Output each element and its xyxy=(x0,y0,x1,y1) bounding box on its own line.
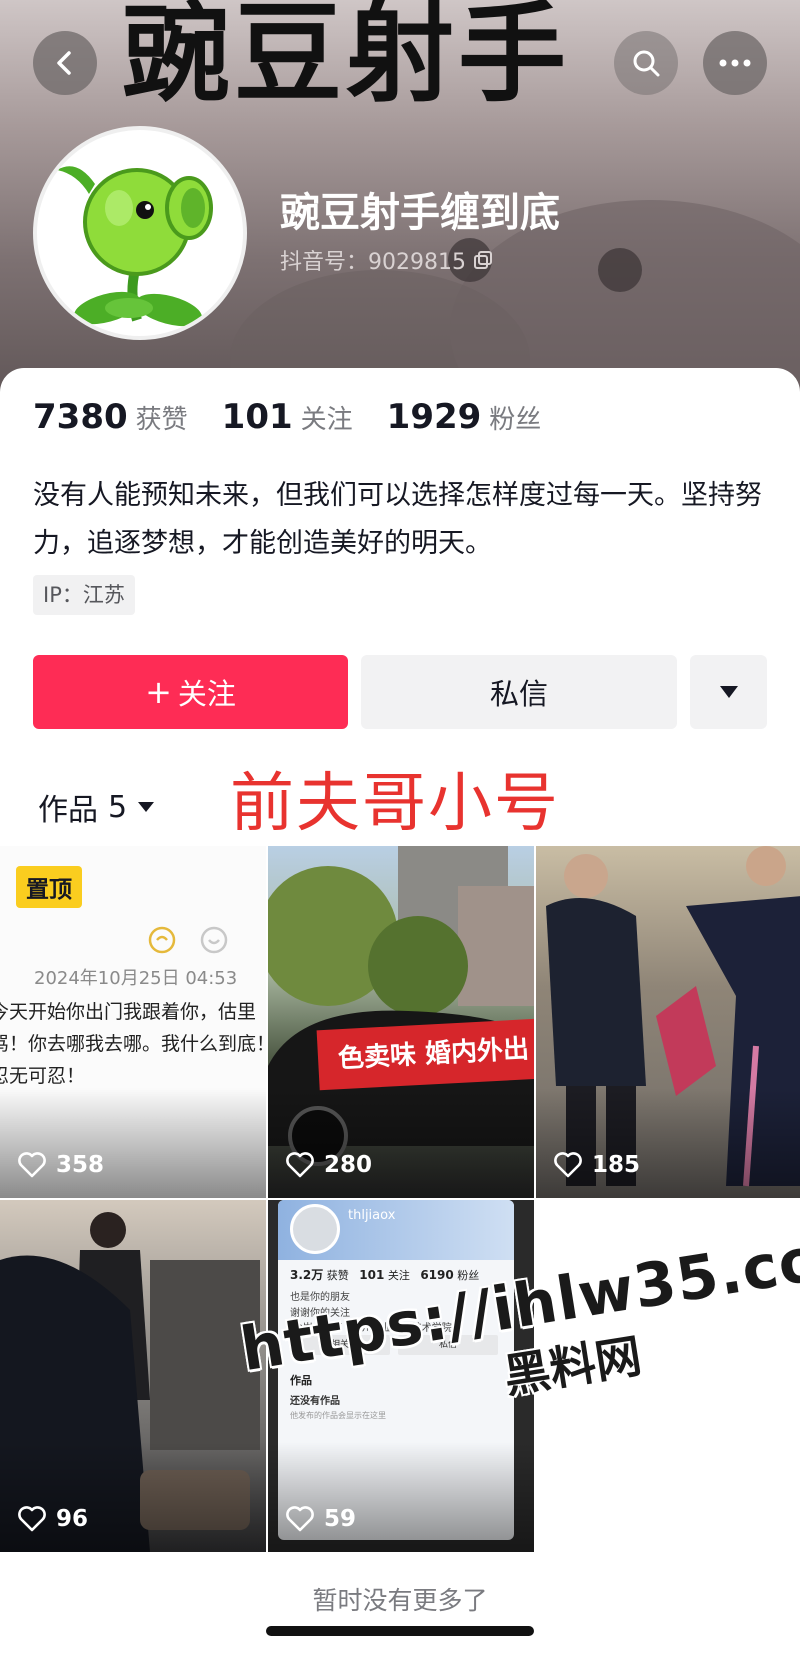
note-text: 今天开始你出门我跟着你，估里骂！你去哪我去哪。我什么到底！忍无可忍！ xyxy=(0,1001,266,1087)
card-shade xyxy=(536,1088,800,1198)
pinned-badge: 置顶 xyxy=(16,866,82,908)
screenshot-likes-label: 获赞 xyxy=(326,1269,349,1282)
video-grid: 置顶 2024年10月25日 04:53 今天开始你出门我跟着你，估里骂！你去哪… xyxy=(0,846,800,1556)
caret-down-icon xyxy=(138,802,155,812)
works-tab-count: 5 xyxy=(108,789,128,825)
undo-icon xyxy=(148,926,176,954)
red-annotation-text: 前夫哥小号 xyxy=(230,767,560,841)
avatar xyxy=(290,1204,340,1254)
back-button[interactable] xyxy=(33,31,97,95)
redo-icon xyxy=(200,926,228,954)
ip-location-tag: IP：江苏 xyxy=(33,575,135,615)
douyin-id-text: 抖音号：9029815 xyxy=(280,250,466,275)
message-button[interactable]: 私信 xyxy=(361,655,677,729)
profile-stats: 7380 获赞 101 关注 1929 粉丝 xyxy=(33,397,575,437)
follow-label: 关注 xyxy=(177,677,236,711)
screenshot-following-label: 关注 xyxy=(387,1269,410,1282)
video-card[interactable]: 96 xyxy=(0,1200,266,1552)
stat-followers[interactable]: 1929 粉丝 xyxy=(387,397,542,437)
like-count-value: 358 xyxy=(56,1152,105,1178)
like-count: 59 xyxy=(286,1506,356,1532)
like-count: 280 xyxy=(286,1152,372,1178)
heart-icon xyxy=(286,1152,314,1178)
search-button[interactable] xyxy=(614,31,678,95)
chevron-left-icon xyxy=(57,51,71,75)
heart-icon xyxy=(18,1152,46,1178)
note-date: 2024年10月25日 04:53 xyxy=(34,968,238,989)
heart-icon xyxy=(286,1506,314,1532)
plus-icon: + xyxy=(145,673,172,711)
card-shade xyxy=(0,1088,266,1198)
like-count-value: 59 xyxy=(324,1506,357,1532)
profile-nickname: 豌豆射手缠到底 xyxy=(280,190,560,236)
like-count-value: 185 xyxy=(592,1152,641,1178)
avatar[interactable] xyxy=(33,126,247,340)
follow-button[interactable]: + 关注 xyxy=(33,655,348,729)
followers-count: 1929 xyxy=(386,397,482,437)
no-more-content-text: 暂时没有更多了 xyxy=(312,1586,488,1615)
like-count-value: 96 xyxy=(56,1506,89,1532)
video-card[interactable]: 185 xyxy=(536,846,800,1198)
search-icon xyxy=(633,50,660,77)
screenshot-name: thljiaox xyxy=(348,1208,396,1223)
screenshot-following: 101 xyxy=(359,1268,385,1282)
home-indicator[interactable] xyxy=(266,1626,534,1636)
video-card[interactable]: 色卖味 婚内外出 280 xyxy=(268,846,534,1198)
stat-likes: 7380 获赞 xyxy=(33,397,188,437)
screenshot-likes: 3.2万 xyxy=(290,1268,324,1282)
followers-label: 粉丝 xyxy=(489,405,542,435)
like-count: 96 xyxy=(18,1506,88,1532)
peashooter-avatar-icon xyxy=(57,166,213,327)
profile-bio: 没有人能预知未来，但我们可以选择怎样度过每一天。坚持努力，追逐梦想，才能创造美好… xyxy=(33,480,762,559)
works-tab-label: 作品 xyxy=(38,793,98,828)
like-count: 358 xyxy=(18,1152,104,1178)
red-banner-text: 色卖味 婚内外出 xyxy=(316,1017,534,1091)
like-count-value: 280 xyxy=(324,1152,373,1178)
like-count: 185 xyxy=(554,1152,640,1178)
likes-count: 7380 xyxy=(33,397,128,437)
copy-icon[interactable] xyxy=(473,251,492,269)
card-shade xyxy=(0,1442,266,1552)
profile-banner: 豌豆射手 豌豆射手缠到底 抖音号：9029815 xyxy=(0,0,800,420)
overlay-title: 豌豆射手 xyxy=(122,0,571,117)
following-label: 关注 xyxy=(300,405,353,435)
video-card[interactable]: 置顶 2024年10月25日 04:53 今天开始你出门我跟着你，估里骂！你去哪… xyxy=(0,846,266,1198)
heart-icon xyxy=(554,1152,582,1178)
card-shade xyxy=(268,1088,534,1198)
more-dots-icon xyxy=(719,59,751,67)
screenshot-stats: 3.2万 获赞 101 关注 6190 粉丝 xyxy=(290,1266,479,1283)
stat-following[interactable]: 101 关注 xyxy=(222,397,353,437)
more-options-button[interactable] xyxy=(703,31,767,95)
tab-works[interactable]: 作品 5 xyxy=(38,785,155,829)
screenshot-followers: 6190 xyxy=(420,1268,454,1282)
douyin-id: 抖音号：9029815 xyxy=(280,244,492,276)
caret-down-icon xyxy=(719,686,738,698)
likes-label: 获赞 xyxy=(135,405,188,435)
heart-icon xyxy=(18,1506,46,1532)
following-count: 101 xyxy=(221,397,293,437)
more-actions-dropdown[interactable] xyxy=(690,655,767,729)
message-label: 私信 xyxy=(489,677,548,711)
card-shade xyxy=(268,1442,534,1552)
